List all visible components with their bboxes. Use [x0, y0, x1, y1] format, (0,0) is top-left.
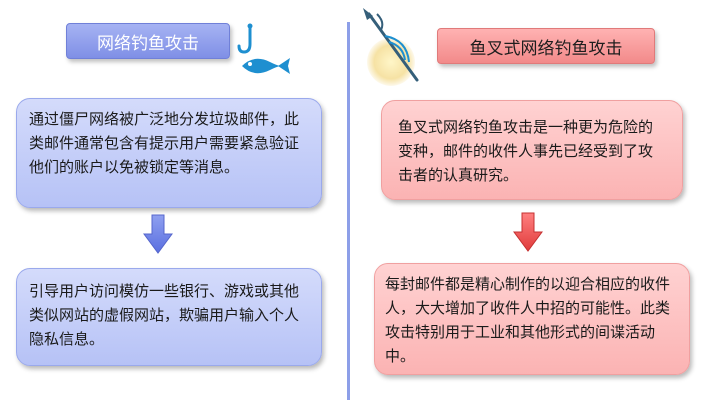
- hook-fish-icon: [237, 23, 290, 74]
- arrow-down-icon: [143, 214, 173, 254]
- phishing-description-card: 通过僵尸网络被广泛地分发垃圾邮件，此类邮件通常包含有提示用户需要紧急验证他们的账…: [16, 98, 322, 208]
- column-divider: [347, 22, 350, 400]
- phishing-title: 网络钓鱼攻击: [66, 23, 230, 59]
- arrow-down-icon: [513, 212, 543, 252]
- spear-phishing-description-card: 鱼叉式网络钓鱼攻击是一种更为危险的变种，邮件的收件人事先已经受到了攻击者的认真研…: [381, 100, 683, 200]
- spear-icon: [363, 8, 419, 86]
- phishing-fake-site-card: 引导用户访问模仿一些银行、游戏或其他类似网站的虚假网站，欺骗用户输入个人隐私信息…: [16, 268, 322, 366]
- spear-phishing-targeted-card: 每封邮件都是精心制作的以迎合相应的收件人，大大增加了收件人中招的可能性。此类攻击…: [374, 263, 690, 375]
- spear-phishing-title: 鱼叉式网络钓鱼攻击: [437, 28, 655, 64]
